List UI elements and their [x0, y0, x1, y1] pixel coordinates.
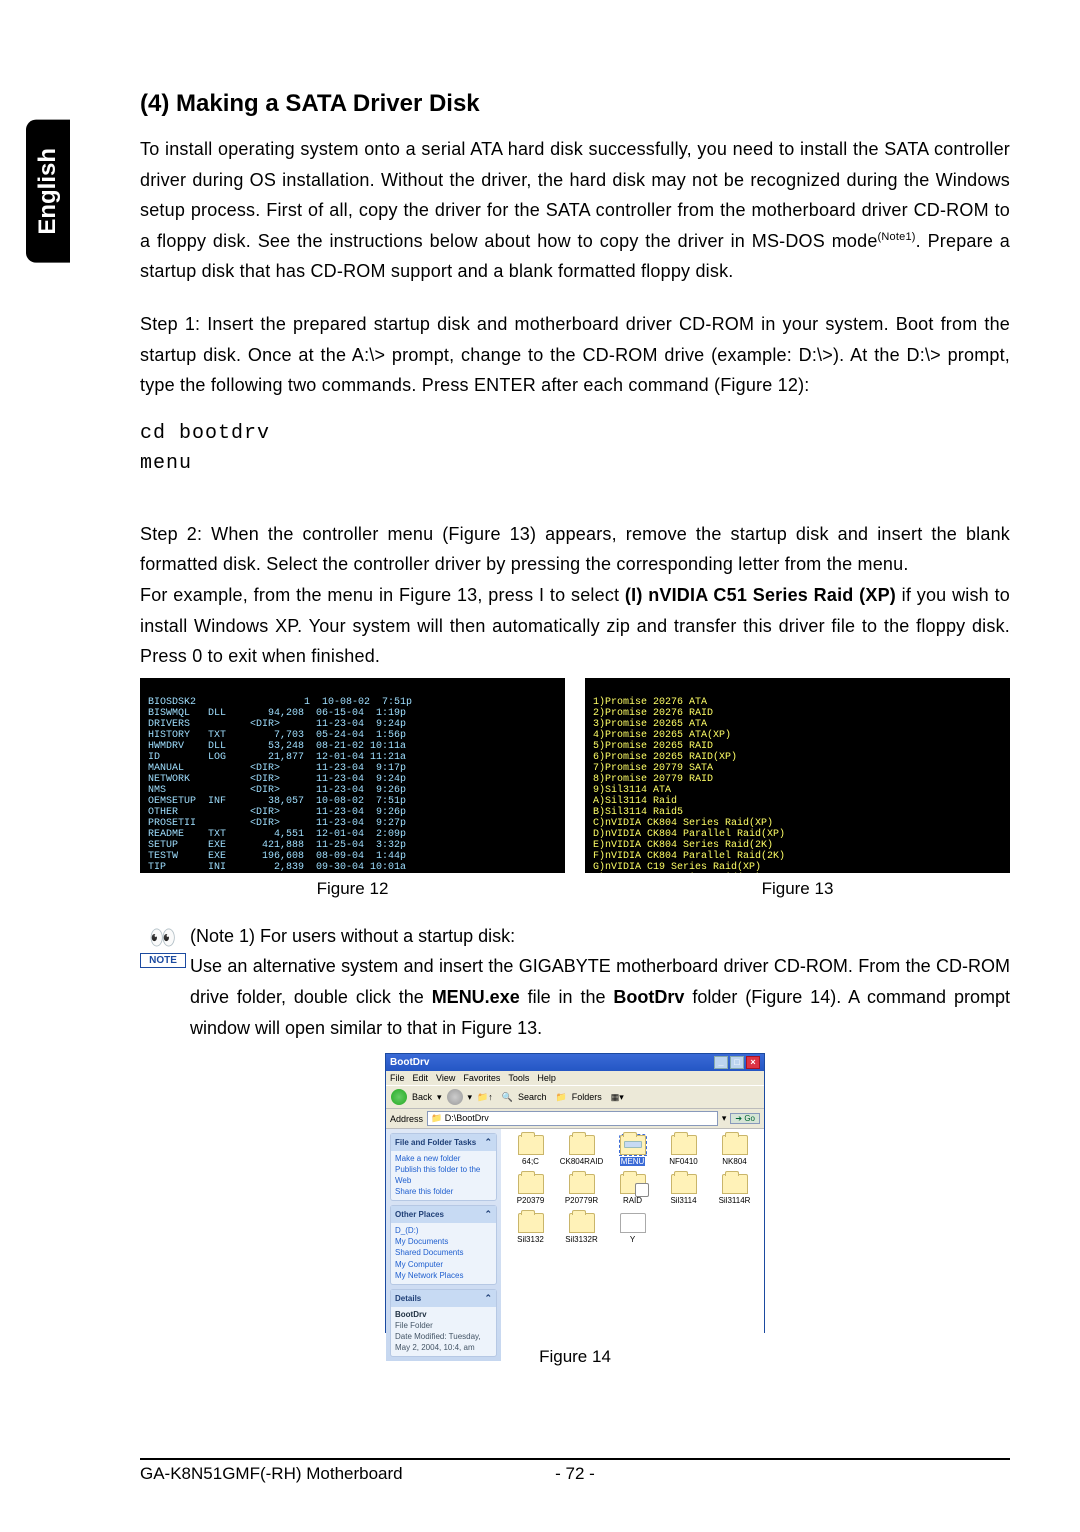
- step1-text: Step 1: Insert the prepared startup disk…: [140, 309, 1010, 401]
- figure-12: BIOSDSK2 1 10-08-02 7:51p BISWMQL DLL 94…: [140, 678, 565, 899]
- folder-item[interactable]: Y: [609, 1213, 656, 1244]
- folder-item[interactable]: Sil3114R: [711, 1174, 758, 1205]
- window-title: BootDrv: [390, 1057, 429, 1068]
- task-item[interactable]: Make a new folder: [395, 1153, 492, 1164]
- step2a-text: Step 2: When the controller menu (Figure…: [140, 519, 1010, 580]
- folder-item[interactable]: Sil3132R: [558, 1213, 605, 1244]
- folder-item[interactable]: Sil3114: [660, 1174, 707, 1205]
- place-item[interactable]: D_(D:): [395, 1225, 492, 1236]
- address-bar: Address 📁 D:\BootDrv ▾ ➔ Go: [386, 1109, 764, 1129]
- note-icon: 👀 NOTE: [140, 925, 186, 968]
- folder-item[interactable]: NF0410: [660, 1135, 707, 1166]
- place-item[interactable]: Shared Documents: [395, 1247, 492, 1258]
- explorer-window: BootDrv _ □ × FileEditViewFavoritesTools…: [385, 1053, 765, 1333]
- task-item[interactable]: Publish this folder to the Web: [395, 1164, 492, 1186]
- close-button[interactable]: ×: [746, 1056, 760, 1069]
- folder-item[interactable]: RAID: [609, 1174, 656, 1205]
- page-footer: GA-K8N51GMF(-RH) Motherboard - 72 -: [140, 1458, 1010, 1484]
- figure-13: 1)Promise 20276 ATA 2)Promise 20276 RAID…: [585, 678, 1010, 899]
- section-heading: (4) Making a SATA Driver Disk: [140, 90, 1010, 118]
- back-label: Back: [412, 1092, 432, 1102]
- views-button[interactable]: ▦▾: [611, 1092, 624, 1103]
- folder-item[interactable]: Sil3132: [507, 1213, 554, 1244]
- note-block: 👀 NOTE (Note 1) For users without a star…: [140, 921, 1010, 1043]
- maximize-button[interactable]: □: [730, 1056, 744, 1069]
- search-button[interactable]: Search: [518, 1092, 547, 1102]
- place-item[interactable]: My Network Places: [395, 1270, 492, 1281]
- intro-paragraph: To install operating system onto a seria…: [140, 134, 1010, 287]
- window-titlebar: BootDrv _ □ ×: [386, 1054, 764, 1071]
- figure-12-caption: Figure 12: [140, 879, 565, 899]
- dos-screenshot-13: 1)Promise 20276 ATA 2)Promise 20276 RAID…: [585, 678, 1010, 873]
- place-item[interactable]: My Computer: [395, 1259, 492, 1270]
- file-folder-tasks: File and Folder Tasks⌃ Make a new folder…: [390, 1133, 497, 1201]
- file-list-pane: 64;CCK804RAIDMENUNF0410NK804 P20379P20779…: [501, 1129, 764, 1361]
- folder-item[interactable]: MENU: [609, 1135, 656, 1166]
- minimize-button[interactable]: _: [714, 1056, 728, 1069]
- folder-item[interactable]: 64;C: [507, 1135, 554, 1166]
- forward-button[interactable]: [447, 1089, 463, 1105]
- address-label: Address: [390, 1114, 423, 1124]
- address-input[interactable]: 📁 D:\BootDrv: [427, 1111, 718, 1126]
- other-places: Other Places⌃ D_(D:) My Documents Shared…: [390, 1205, 497, 1285]
- tasks-pane: File and Folder Tasks⌃ Make a new folder…: [386, 1129, 501, 1361]
- step2b-text: For example, from the menu in Figure 13,…: [140, 580, 1010, 672]
- dos-screenshot-12: BIOSDSK2 1 10-08-02 7:51p BISWMQL DLL 94…: [140, 678, 565, 873]
- page-content: (4) Making a SATA Driver Disk To install…: [140, 90, 1010, 1367]
- menu-bar[interactable]: FileEditViewFavoritesToolsHelp: [386, 1071, 764, 1085]
- toolbar: Back ▾ ▾ 📁↑ 🔍Search 📁Folders ▦▾: [386, 1085, 764, 1109]
- figure-13-caption: Figure 13: [585, 879, 1010, 899]
- language-side-tab: English: [26, 120, 70, 263]
- folder-item[interactable]: P20779R: [558, 1174, 605, 1205]
- folder-item[interactable]: P20379: [507, 1174, 554, 1205]
- footer-model: GA-K8N51GMF(-RH) Motherboard: [140, 1464, 403, 1483]
- details-panel: Details⌃ BootDrv File Folder Date Modifi…: [390, 1289, 497, 1357]
- figure-14: BootDrv _ □ × FileEditViewFavoritesTools…: [385, 1053, 765, 1367]
- command-block: cd bootdrv menu: [140, 419, 1010, 479]
- up-icon[interactable]: 📁↑: [477, 1092, 493, 1103]
- note-text: (Note 1) For users without a startup dis…: [190, 921, 1010, 1043]
- place-item[interactable]: My Documents: [395, 1236, 492, 1247]
- folder-item[interactable]: NK804: [711, 1135, 758, 1166]
- back-button[interactable]: [391, 1089, 407, 1105]
- folder-item[interactable]: CK804RAID: [558, 1135, 605, 1166]
- page-number: - 72 -: [555, 1464, 595, 1484]
- go-button[interactable]: ➔ Go: [730, 1113, 760, 1124]
- folders-button[interactable]: Folders: [572, 1092, 602, 1102]
- figures-row-1: BIOSDSK2 1 10-08-02 7:51p BISWMQL DLL 94…: [140, 678, 1010, 899]
- task-item[interactable]: Share this folder: [395, 1186, 492, 1197]
